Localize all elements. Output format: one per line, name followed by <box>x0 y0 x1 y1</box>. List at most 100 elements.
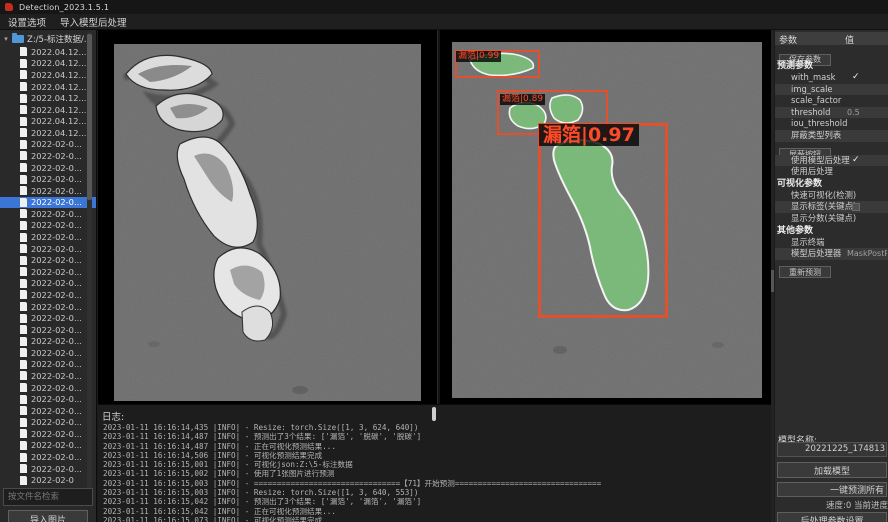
model-name-field[interactable]: 20221225_174813 <box>777 442 887 457</box>
param-row[interactable]: with_mask✓ <box>775 72 888 84</box>
tree-item[interactable]: 2022.04.12... <box>0 58 97 70</box>
tree-item[interactable]: 2022-02-0... <box>0 150 97 162</box>
param-row[interactable]: threshold0.5 <box>775 107 888 119</box>
param-row[interactable]: 快速可视化(检测) <box>775 190 888 202</box>
panel-scrollbar-thumb[interactable] <box>771 270 774 292</box>
param-row[interactable]: 使用后处理 <box>775 166 888 178</box>
predict-all-button[interactable]: 一键预测所有 <box>777 482 887 497</box>
tree-item[interactable]: 2022-02-0... <box>0 405 97 417</box>
params-button[interactable]: 重新预测 <box>779 266 831 278</box>
tree-item[interactable]: 2022-02-0... <box>0 347 97 359</box>
tree-item[interactable]: 2022-02-0... <box>0 451 97 463</box>
tree-item[interactable]: 2022-02-0... <box>0 185 97 197</box>
params-panel: 参数 值 保存参数预测参数with_mask✓img_scalescale_fa… <box>775 30 888 522</box>
log-panel: 日志: 2023-01-11 16:16:14,435 |INFO| - Res… <box>98 404 771 522</box>
tree-item[interactable]: 2022-02-0... <box>0 428 97 440</box>
param-row[interactable]: img_scale <box>775 84 888 96</box>
file-icon <box>20 453 27 462</box>
tree-item[interactable]: 2022.04.12... <box>0 69 97 81</box>
tree-item[interactable]: 2022.04.12... <box>0 81 97 93</box>
menu-import-model-postprocess[interactable]: 导入模型后处理 <box>60 15 127 29</box>
log-line: 2023-01-11 16:16:14,487 |INFO| - 正在可视化预测… <box>103 442 767 451</box>
search-input[interactable] <box>3 488 93 506</box>
checkmark-icon[interactable]: ✓ <box>852 155 860 167</box>
window-title: Detection_2023.1.5.1 <box>19 3 109 12</box>
image-splitter[interactable] <box>437 30 440 404</box>
tree-item-label: 2022-02-0... <box>31 139 82 149</box>
tree-item[interactable]: 2022-02-0... <box>0 382 97 394</box>
file-icon <box>20 221 27 230</box>
params-table-header: 参数 值 <box>775 32 888 45</box>
tree-item[interactable]: 2022-02-0... <box>0 162 97 174</box>
source-image[interactable] <box>114 44 421 401</box>
tree-item-label: 2022-02-0... <box>31 348 82 358</box>
file-icon <box>20 371 27 380</box>
log-lines[interactable]: 2023-01-11 16:16:14,435 |INFO| - Resize:… <box>103 423 767 522</box>
chevron-down-icon[interactable]: ▾ <box>2 35 10 43</box>
tree-item[interactable]: 2022-02-0... <box>0 243 97 255</box>
tree-item[interactable]: 2022-02-0... <box>0 370 97 382</box>
tree-item[interactable]: 2022-02-0 <box>0 474 97 486</box>
checkmark-icon[interactable]: ✓ <box>852 72 860 84</box>
checkbox-unchecked[interactable] <box>852 203 860 211</box>
panel-scrollbar[interactable] <box>771 30 774 522</box>
detection-box: 漏箔|0.97 <box>538 123 668 318</box>
tree-scrollbar[interactable] <box>87 32 92 488</box>
tree-item-label: 2022.04.12... <box>31 105 86 115</box>
tree-item-label: 2022.04.12... <box>31 82 86 92</box>
menu-settings[interactable]: 设置选项 <box>8 15 46 29</box>
prediction-image[interactable]: 漏箔|0.99 漏箔|0.89 漏箔|0.97 <box>452 42 762 398</box>
param-row[interactable]: 显示终端 <box>775 237 888 249</box>
file-icon <box>20 395 27 404</box>
tree-item[interactable]: 2022.04.12... <box>0 92 97 104</box>
tree-item[interactable]: 2022-02-0... <box>0 335 97 347</box>
tree-item[interactable]: 2022-02-0... <box>0 417 97 429</box>
tree-item-label: 2022-02-0... <box>31 313 82 323</box>
tree-item[interactable]: 2022-02-0... <box>0 231 97 243</box>
param-row[interactable]: 使用模型后处理✓ <box>775 155 888 167</box>
import-images-button[interactable]: 导入图片 <box>8 510 88 522</box>
tree-root-label: Z:/5-标注数据/... <box>27 33 92 45</box>
tree-root[interactable]: ▾ Z:/5-标注数据/... <box>0 33 97 45</box>
tree-item[interactable]: 2022.04.12... <box>0 127 97 139</box>
param-row[interactable]: 显示分数(关键点) <box>775 213 888 225</box>
param-row[interactable]: 显示标签(关键点) <box>775 201 888 213</box>
param-row[interactable]: 屏蔽类型列表 <box>775 130 888 142</box>
file-icon <box>20 105 27 114</box>
file-icon <box>20 198 27 207</box>
tree-item[interactable]: 2022.04.12... <box>0 46 97 58</box>
tree-item[interactable]: 2022-02-0... <box>0 208 97 220</box>
splitter-grip[interactable] <box>432 407 436 421</box>
app-window: Detection_2023.1.5.1 设置选项 导入模型后处理 ▾ Z:/5… <box>0 0 888 522</box>
tree-item[interactable]: 2022.04.12... <box>0 115 97 127</box>
tree-item[interactable]: 2022-02-0... <box>0 197 97 209</box>
tree-item[interactable]: 2022-02-0... <box>0 289 97 301</box>
tree-item[interactable]: 2022-02-0... <box>0 440 97 452</box>
tree-item[interactable]: 2022.04.12... <box>0 104 97 116</box>
param-row[interactable]: 模型后处理器MaskPostPro <box>775 248 888 260</box>
tree-item[interactable]: 2022-02-0... <box>0 324 97 336</box>
param-row[interactable]: scale_factor <box>775 95 888 107</box>
tree-item[interactable]: 2022-02-0... <box>0 254 97 266</box>
tree-item[interactable]: 2022-02-0... <box>0 220 97 232</box>
tree-item[interactable]: 2022-02-0... <box>0 173 97 185</box>
tree-item[interactable]: 2022-02-0... <box>0 266 97 278</box>
tree-item[interactable]: 2022-02-0... <box>0 301 97 313</box>
tree-item[interactable]: 2022-02-0... <box>0 312 97 324</box>
tree-item[interactable]: 2022-02-0... <box>0 139 97 151</box>
source-image-canvas <box>114 44 421 401</box>
postprocess-settings-button[interactable]: 后处理参数设置 <box>777 512 887 522</box>
param-row[interactable]: iou_threshold <box>775 118 888 130</box>
tree-item-label: 2022-02-0... <box>31 197 82 207</box>
file-icon <box>20 70 27 79</box>
tree-item[interactable]: 2022-02-0... <box>0 393 97 405</box>
tree-item-label: 2022-02-0... <box>31 359 82 369</box>
tree-scrollbar-thumb[interactable] <box>87 34 92 200</box>
tree-item-label: 2022-02-0... <box>31 452 82 462</box>
tree-item[interactable]: 2022-02-0... <box>0 278 97 290</box>
tree-item[interactable]: 2022-02-0... <box>0 359 97 371</box>
detection-label: 漏箔|0.99 <box>456 51 501 62</box>
tree-item-label: 2022-02-0... <box>31 244 82 254</box>
load-model-button[interactable]: 加载模型 <box>777 462 887 478</box>
tree-item[interactable]: 2022-02-0... <box>0 463 97 475</box>
